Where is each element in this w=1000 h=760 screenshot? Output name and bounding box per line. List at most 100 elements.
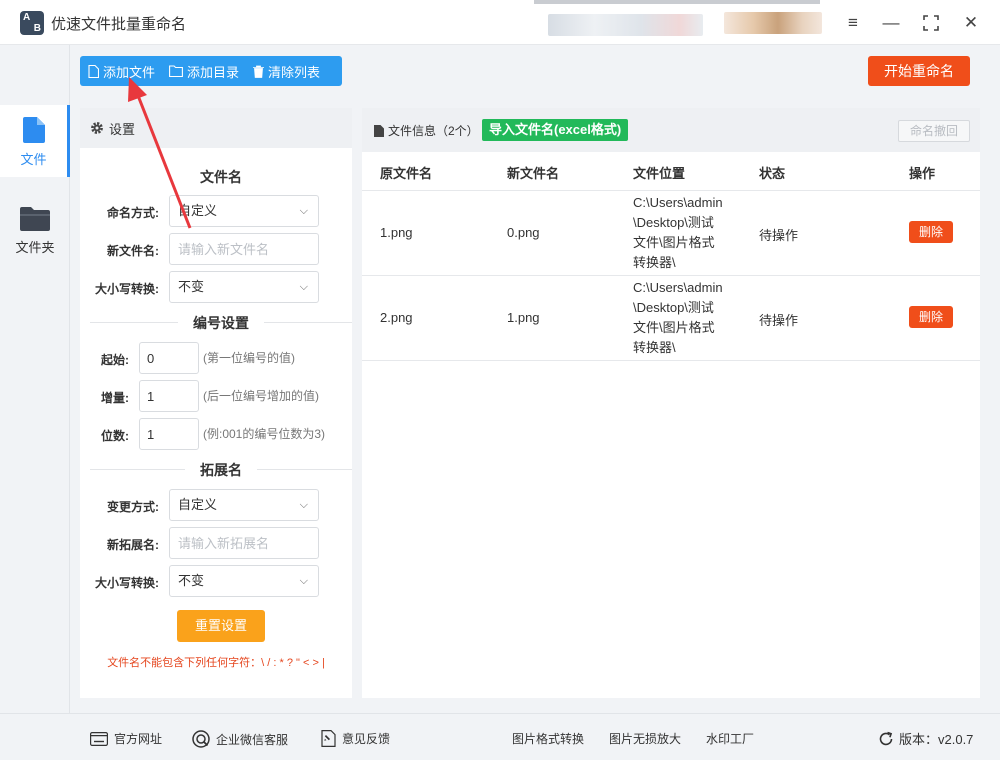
new-ext-label: 新拓展名: xyxy=(107,538,159,552)
delete-button[interactable]: 删除 xyxy=(909,306,953,328)
left-nav: 文件 文件夹 xyxy=(0,45,70,713)
file-icon xyxy=(88,64,99,78)
new-name-input[interactable] xyxy=(169,233,319,265)
add-file-button[interactable]: 添加文件 xyxy=(88,62,155,81)
clear-list-button[interactable]: 清除列表 xyxy=(253,62,320,81)
file-icon xyxy=(374,124,384,137)
new-name-label: 新文件名: xyxy=(107,244,159,258)
clear-list-label: 清除列表 xyxy=(268,64,321,80)
divider xyxy=(264,322,352,323)
new-extension-input[interactable] xyxy=(169,527,319,559)
ext-case-value: 不变 xyxy=(178,573,205,588)
folder-icon xyxy=(169,65,183,77)
step-input[interactable] xyxy=(139,380,199,412)
image-enlarge-link[interactable]: 图片无损放大 xyxy=(609,730,681,747)
divider xyxy=(90,322,178,323)
delete-button[interactable]: 删除 xyxy=(909,221,953,243)
title-bar: A B 优速文件批量重命名 ≡ — ✕ xyxy=(0,0,1000,45)
nav-label-file: 文件 xyxy=(20,152,47,167)
ext-case-select[interactable]: 不变 ⌵ xyxy=(169,565,319,597)
filename-section-title: 文件名 xyxy=(90,167,352,187)
digits-input[interactable] xyxy=(139,418,199,450)
step-hint: (后一位编号增加的值) xyxy=(203,389,319,403)
add-directory-button[interactable]: 添加目录 xyxy=(169,62,239,81)
official-website-link[interactable]: 官方网址 xyxy=(90,730,162,747)
column-header-status: 状态 xyxy=(759,166,786,181)
minimize-icon[interactable]: — xyxy=(878,10,904,36)
original-filename: 2.png xyxy=(380,310,413,325)
wechat-support-label: 企业微信客服 xyxy=(216,732,289,747)
file-location: C:\Users\admin\Desktop\测试文件\图片格式转换器\ xyxy=(633,195,723,270)
start-hint: (第一位编号的值) xyxy=(203,351,295,365)
refresh-icon xyxy=(879,731,893,745)
column-header-location: 文件位置 xyxy=(633,166,686,181)
footer-bar: 官方网址 企业微信客服 意见反馈 图片格式转换 图片无损放大 水印工厂 版本：v… xyxy=(0,713,1000,760)
original-filename: 1.png xyxy=(380,225,413,240)
menu-icon[interactable]: ≡ xyxy=(840,10,866,36)
settings-title: 设置 xyxy=(109,121,136,137)
digits-label: 位数: xyxy=(101,429,129,443)
start-number-input[interactable] xyxy=(139,342,199,374)
chevron-down-icon: ⌵ xyxy=(299,575,308,587)
nav-item-file[interactable]: 文件 xyxy=(0,105,70,177)
ext-mode-select[interactable]: 自定义 ⌵ xyxy=(169,489,319,521)
wechat-support-link[interactable]: 企业微信客服 xyxy=(192,730,288,748)
new-filename: 0.png xyxy=(507,225,540,240)
filename-section-label: 文件名 xyxy=(200,169,242,185)
logo-letter-a: A xyxy=(23,12,31,23)
file-info-title: 文件信息（2个） xyxy=(374,122,479,139)
import-excel-button[interactable]: 导入文件名(excel格式) xyxy=(482,119,629,141)
nav-item-folder[interactable]: 文件夹 xyxy=(0,193,70,265)
column-header-new: 新文件名 xyxy=(507,166,560,181)
image-format-convert-link[interactable]: 图片格式转换 xyxy=(512,730,584,747)
trash-icon xyxy=(253,65,265,78)
watermark-factory-link[interactable]: 水印工厂 xyxy=(706,730,754,747)
numbering-section-label: 编号设置 xyxy=(193,315,249,331)
website-icon xyxy=(90,731,108,746)
settings-header: 设置 xyxy=(80,108,352,148)
app-logo: A B xyxy=(20,11,44,35)
folder-icon xyxy=(20,207,50,231)
new-filename: 1.png xyxy=(507,310,540,325)
column-header-original: 原文件名 xyxy=(380,166,433,181)
close-icon[interactable]: ✕ xyxy=(958,10,984,36)
wechat-icon xyxy=(192,730,210,748)
redacted-strip xyxy=(534,0,820,4)
official-website-label: 官方网址 xyxy=(114,732,163,746)
app-title: 优速文件批量重命名 xyxy=(51,16,187,33)
file-count-label: 文件信息（2个） xyxy=(388,124,479,138)
logo-letter-b: B xyxy=(33,23,41,34)
chevron-down-icon: ⌵ xyxy=(299,205,308,217)
ext-mode-value: 自定义 xyxy=(178,497,218,512)
file-icon xyxy=(22,117,45,143)
naming-mode-label: 命名方式: xyxy=(107,206,159,220)
add-directory-label: 添加目录 xyxy=(187,64,240,80)
reset-settings-button[interactable]: 重置设置 xyxy=(177,610,265,642)
chevron-down-icon: ⌵ xyxy=(299,499,308,511)
feedback-icon xyxy=(321,730,336,747)
file-status: 待操作 xyxy=(759,313,799,328)
ext-mode-label: 变更方式: xyxy=(107,500,159,514)
chevron-down-icon: ⌵ xyxy=(299,281,308,293)
table-row: 1.png 0.png C:\Users\admin\Desktop\测试文件\… xyxy=(362,191,980,276)
column-header-action: 操作 xyxy=(909,166,936,181)
toolbar: 添加文件 添加目录 清除列表 xyxy=(80,56,342,86)
gear-icon xyxy=(91,122,103,134)
step-label: 增量: xyxy=(101,391,129,405)
ext-case-label: 大小写转换: xyxy=(95,576,159,590)
naming-mode-select[interactable]: 自定义 ⌵ xyxy=(169,195,319,227)
add-file-label: 添加文件 xyxy=(103,64,156,80)
case-select[interactable]: 不变 ⌵ xyxy=(169,271,319,303)
file-location: C:\Users\admin\Desktop\测试文件\图片格式转换器\ xyxy=(633,280,723,355)
start-rename-button[interactable]: 开始重命名 xyxy=(868,56,970,86)
maximize-icon[interactable] xyxy=(918,10,944,36)
redacted-account-area xyxy=(548,14,703,36)
invalid-chars-warning: 文件名不能包含下列任何字符：\ / : * ? " < > | xyxy=(107,657,325,669)
divider xyxy=(90,469,185,470)
feedback-link[interactable]: 意见反馈 xyxy=(320,730,390,747)
nav-label-folder: 文件夹 xyxy=(15,240,55,255)
case-value: 不变 xyxy=(178,279,205,294)
digits-hint: (例:001的编号位数为3) xyxy=(203,427,326,441)
undo-rename-button[interactable]: 命名撤回 xyxy=(898,120,970,142)
numbering-section-title: 编号设置 xyxy=(90,313,352,333)
